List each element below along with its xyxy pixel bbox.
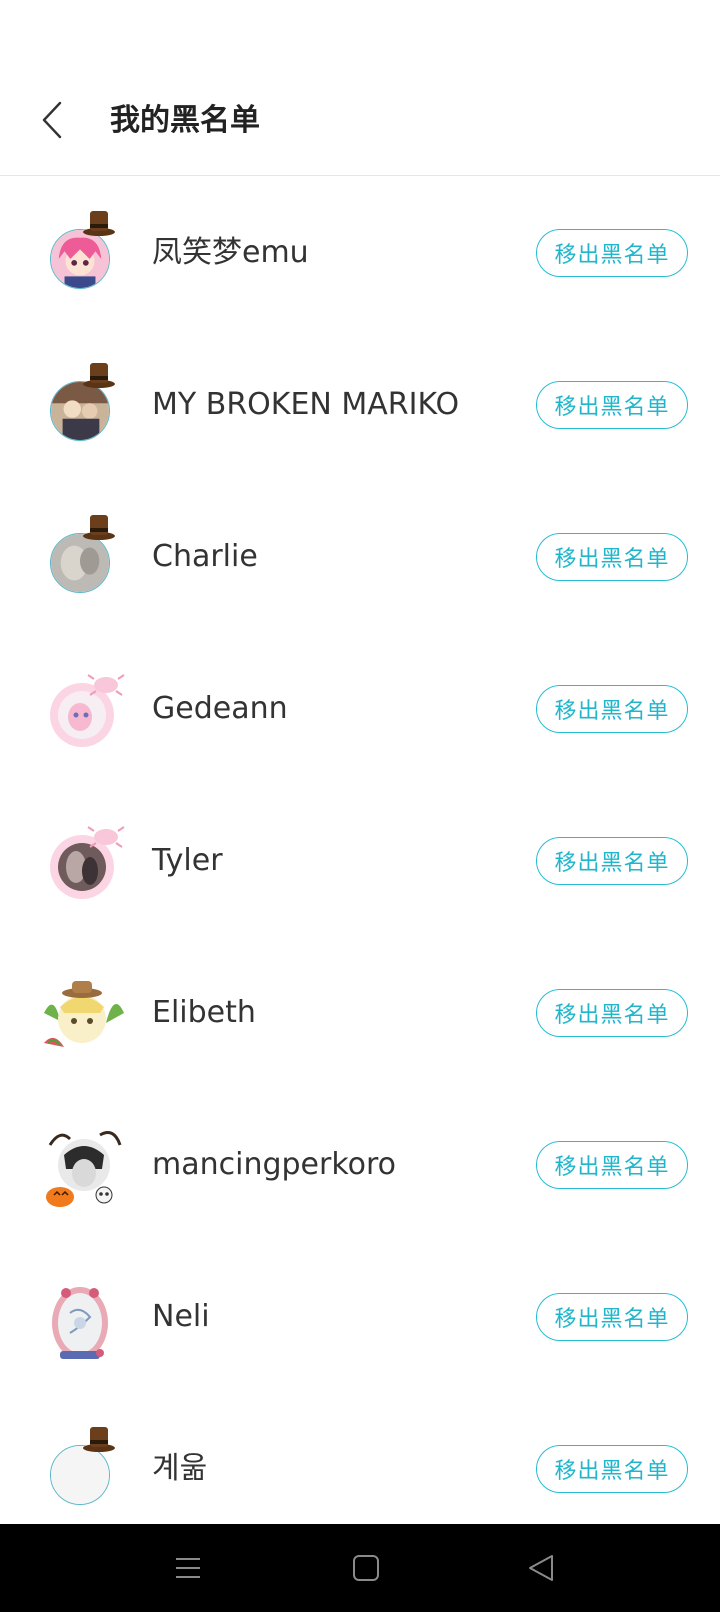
list-item: 凤笑梦emu 移出黑名单 [0, 177, 720, 329]
remove-from-blacklist-button[interactable]: 移出黑名单 [536, 533, 688, 581]
list-item: Charlie 移出黑名单 [0, 481, 720, 633]
hat-icon [83, 363, 115, 388]
remove-from-blacklist-button[interactable]: 移出黑名单 [536, 837, 688, 885]
halloween-frame-icon[interactable] [40, 1125, 128, 1213]
blacklist-list: 凤笑梦emu 移出黑名单 MY BROKEN MARIKO 移出黑名单 Char… [0, 177, 720, 1545]
user-name: mancingperkoro [152, 1147, 397, 1182]
user-name: MY BROKEN MARIKO [152, 387, 460, 422]
header: 我的黑名单 [0, 0, 720, 176]
list-item: mancingperkoro 移出黑名单 [0, 1089, 720, 1241]
back-triangle-icon[interactable] [524, 1550, 560, 1586]
menu-icon[interactable] [170, 1550, 206, 1586]
list-item: Neli 移出黑名单 [0, 1241, 720, 1393]
axolotl-frame-icon[interactable] [40, 669, 128, 757]
list-item: Elibeth 移出黑名单 [0, 937, 720, 1089]
remove-from-blacklist-button[interactable]: 移出黑名单 [536, 989, 688, 1037]
remove-from-blacklist-button[interactable]: 移出黑名单 [536, 229, 688, 277]
axolotl-frame-icon[interactable] [40, 821, 128, 909]
user-name: Neli [152, 1299, 210, 1334]
remove-from-blacklist-button[interactable]: 移出黑名单 [536, 381, 688, 429]
list-item: Gedeann 移出黑名单 [0, 633, 720, 785]
user-name: Tyler [152, 843, 223, 878]
remove-from-blacklist-button[interactable]: 移出黑名单 [536, 685, 688, 733]
user-name: 凤笑梦emu [152, 235, 309, 270]
avatar[interactable] [50, 381, 110, 441]
list-item: MY BROKEN MARIKO 移出黑名单 [0, 329, 720, 481]
hat-icon [83, 1427, 115, 1452]
avatar[interactable] [50, 229, 110, 289]
back-button[interactable] [30, 95, 74, 145]
remove-from-blacklist-button[interactable]: 移出黑名单 [536, 1141, 688, 1189]
remove-from-blacklist-button[interactable]: 移出黑名单 [536, 1445, 688, 1493]
page-title: 我的黑名单 [110, 103, 260, 138]
leaf-frame-icon[interactable] [40, 973, 128, 1061]
list-item: Tyler 移出黑名单 [0, 785, 720, 937]
hat-icon [83, 211, 115, 236]
chevron-left-icon [42, 101, 62, 139]
list-item: 계욺 移出黑名单 [0, 1393, 720, 1545]
remove-from-blacklist-button[interactable]: 移出黑名单 [536, 1293, 688, 1341]
user-name: Gedeann [152, 691, 288, 726]
ornate-frame-icon[interactable] [40, 1277, 128, 1365]
user-name: 계욺 [152, 1451, 208, 1486]
user-name: Charlie [152, 539, 258, 574]
avatar[interactable] [50, 1445, 110, 1505]
avatar[interactable] [50, 533, 110, 593]
hat-icon [83, 515, 115, 540]
system-nav-bar [0, 1524, 720, 1612]
user-name: Elibeth [152, 995, 256, 1030]
home-icon[interactable] [348, 1550, 384, 1586]
blacklist-page: 我的黑名单 凤笑梦emu 移出黑名单 MY BROKEN MARIKO 移出黑名… [0, 0, 720, 1612]
